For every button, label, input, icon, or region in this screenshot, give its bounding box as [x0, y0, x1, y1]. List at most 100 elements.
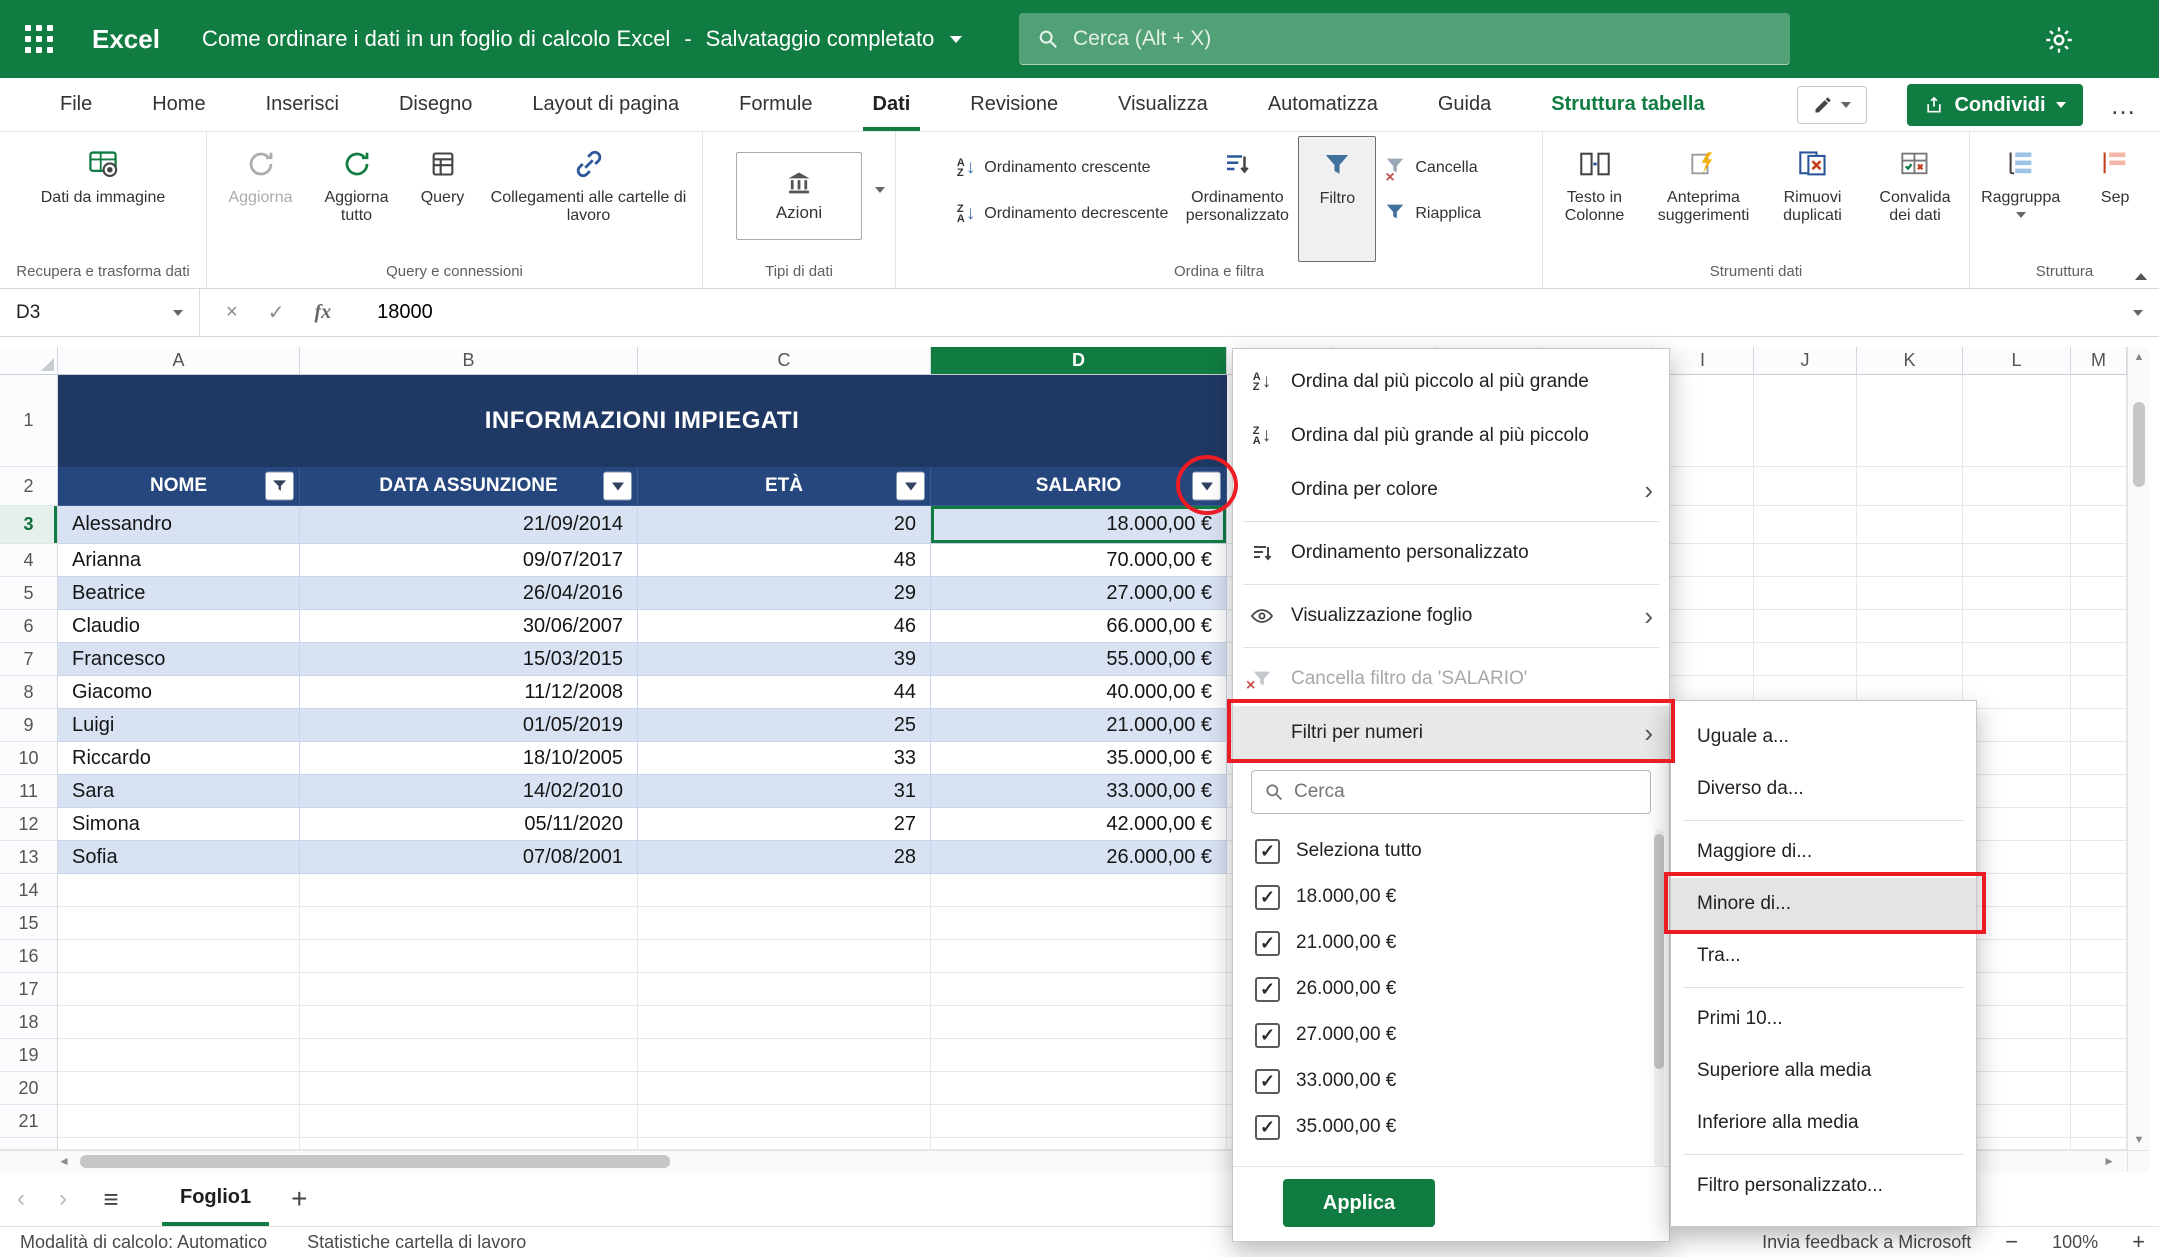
all-sheets-menu-icon[interactable]: ≡: [84, 1184, 138, 1215]
cell-empty[interactable]: [1963, 808, 2071, 841]
filter-option-18-000-00[interactable]: ✓18.000,00 €: [1233, 874, 1669, 920]
tab-guida[interactable]: Guida: [1408, 78, 1521, 131]
cell-empty[interactable]: [300, 1072, 638, 1105]
custom-sort-button[interactable]: Ordinamento personalizzato: [1176, 136, 1298, 262]
sheet-tab-foglio1[interactable]: Foglio1: [162, 1172, 269, 1226]
cell-D3[interactable]: 18.000,00 €: [931, 506, 1227, 544]
sort-descending-button[interactable]: ZA↓ Ordinamento decrescente: [949, 196, 1177, 232]
cell-empty[interactable]: [638, 874, 931, 907]
reapply-filter-button[interactable]: Riapplica: [1376, 196, 1489, 232]
app-launcher-button[interactable]: [0, 0, 78, 78]
horizontal-scroll-thumb[interactable]: [80, 1155, 670, 1168]
cell-B4[interactable]: 09/07/2017: [300, 544, 638, 577]
cell-A13[interactable]: Sofia: [58, 841, 300, 874]
scroll-up-icon[interactable]: ▲: [2128, 351, 2150, 363]
cell-empty[interactable]: [638, 1105, 931, 1138]
cell-B10[interactable]: 18/10/2005: [300, 742, 638, 775]
cell-empty[interactable]: [1963, 1105, 2071, 1138]
cell-empty[interactable]: [931, 874, 1227, 907]
filter-option-33-000-00[interactable]: ✓33.000,00 €: [1233, 1058, 1669, 1104]
refresh-all-button[interactable]: Aggiorna tutto: [309, 136, 405, 262]
cell-empty[interactable]: [2071, 1105, 2127, 1138]
cell-empty[interactable]: [58, 874, 300, 907]
tab-home[interactable]: Home: [122, 78, 235, 131]
cell-empty[interactable]: [2071, 973, 2127, 1006]
row-header-22[interactable]: [0, 1138, 58, 1150]
cell-C10[interactable]: 33: [638, 742, 931, 775]
cell-empty[interactable]: [931, 973, 1227, 1006]
cell-B11[interactable]: 14/02/2010: [300, 775, 638, 808]
cell-empty[interactable]: [58, 1138, 300, 1150]
clear-filter-button[interactable]: × Cancella: [1376, 150, 1489, 186]
submenu-item-uguale-a[interactable]: Uguale a...: [1671, 711, 1976, 763]
cell-empty[interactable]: [2071, 907, 2127, 940]
cell-B7[interactable]: 15/03/2015: [300, 643, 638, 676]
formula-bar-value[interactable]: 18000: [357, 301, 433, 324]
cell-empty[interactable]: [1963, 940, 2071, 973]
cell-empty[interactable]: [300, 874, 638, 907]
cell-empty[interactable]: [1963, 467, 2071, 506]
menu-item-clear-filter[interactable]: × Cancella filtro da 'SALARIO': [1233, 652, 1669, 706]
cell-B6[interactable]: 30/06/2007: [300, 610, 638, 643]
column-header-B[interactable]: B: [300, 347, 638, 375]
cell-empty[interactable]: [1857, 467, 1963, 506]
cell-empty[interactable]: [2071, 1039, 2127, 1072]
data-from-picture-button[interactable]: Dati da immagine: [33, 136, 173, 262]
scroll-down-icon[interactable]: ▼: [2128, 1134, 2150, 1146]
remove-duplicates-button[interactable]: Rimuovi duplicati: [1763, 136, 1863, 262]
cell-empty[interactable]: [2071, 775, 2127, 808]
cell-empty[interactable]: [2071, 1138, 2127, 1150]
cell-empty[interactable]: [2071, 676, 2127, 709]
cell-C4[interactable]: 48: [638, 544, 931, 577]
cell-empty[interactable]: [300, 1039, 638, 1072]
column-header-D[interactable]: D: [931, 347, 1227, 375]
scroll-left-icon[interactable]: ◄: [58, 1154, 70, 1168]
cell-empty[interactable]: [638, 907, 931, 940]
cell-empty[interactable]: [1963, 973, 2071, 1006]
row-header-13[interactable]: 13: [0, 841, 58, 874]
cell-empty[interactable]: [638, 1039, 931, 1072]
cell-empty[interactable]: [2071, 742, 2127, 775]
cell-empty[interactable]: [2071, 577, 2127, 610]
cell-empty[interactable]: [1963, 1006, 2071, 1039]
cell-D7[interactable]: 55.000,00 €: [931, 643, 1227, 676]
column-header-L[interactable]: L: [1963, 347, 2071, 375]
cell-empty[interactable]: [1963, 907, 2071, 940]
cell-C7[interactable]: 39: [638, 643, 931, 676]
filter-dropdown-button-età[interactable]: [896, 472, 925, 501]
cell-empty[interactable]: [1963, 709, 2071, 742]
menu-item-sheet-view[interactable]: Visualizzazione foglio ›: [1233, 589, 1669, 643]
cell-empty[interactable]: [58, 1006, 300, 1039]
cell-empty[interactable]: [638, 1072, 931, 1105]
app-name[interactable]: Excel: [92, 24, 160, 55]
cell-D12[interactable]: 42.000,00 €: [931, 808, 1227, 841]
tab-file[interactable]: File: [30, 78, 122, 131]
cell-empty[interactable]: [1963, 577, 2071, 610]
cell-empty[interactable]: [58, 1039, 300, 1072]
cell-B12[interactable]: 05/11/2020: [300, 808, 638, 841]
tab-dati[interactable]: Dati: [843, 78, 941, 131]
cell-B3[interactable]: 21/09/2014: [300, 506, 638, 544]
cell-empty[interactable]: [1963, 544, 2071, 577]
filter-option-select-all[interactable]: ✓Seleziona tutto: [1233, 828, 1669, 874]
cell-empty[interactable]: [2071, 544, 2127, 577]
row-header-19[interactable]: 19: [0, 1039, 58, 1072]
row-header-4[interactable]: 4: [0, 544, 58, 577]
cell-A8[interactable]: Giacomo: [58, 676, 300, 709]
menu-item-sort-by-color[interactable]: Ordina per colore ›: [1233, 463, 1669, 517]
add-sheet-button[interactable]: +: [291, 1183, 307, 1215]
cell-empty[interactable]: [1754, 643, 1857, 676]
submenu-item-inferiore-alla-media[interactable]: Inferiore alla media: [1671, 1097, 1976, 1149]
row-header-9[interactable]: 9: [0, 709, 58, 742]
cell-empty[interactable]: [300, 907, 638, 940]
collapse-ribbon-icon[interactable]: [2135, 273, 2147, 280]
send-feedback-link[interactable]: Invia feedback a Microsoft: [1762, 1232, 1971, 1253]
cell-D4[interactable]: 70.000,00 €: [931, 544, 1227, 577]
row-header-20[interactable]: 20: [0, 1072, 58, 1105]
cell-A6[interactable]: Claudio: [58, 610, 300, 643]
cell-empty[interactable]: [1963, 775, 2071, 808]
cell-empty[interactable]: [2071, 643, 2127, 676]
column-header-K[interactable]: K: [1857, 347, 1963, 375]
cell-C6[interactable]: 46: [638, 610, 931, 643]
row-header-5[interactable]: 5: [0, 577, 58, 610]
